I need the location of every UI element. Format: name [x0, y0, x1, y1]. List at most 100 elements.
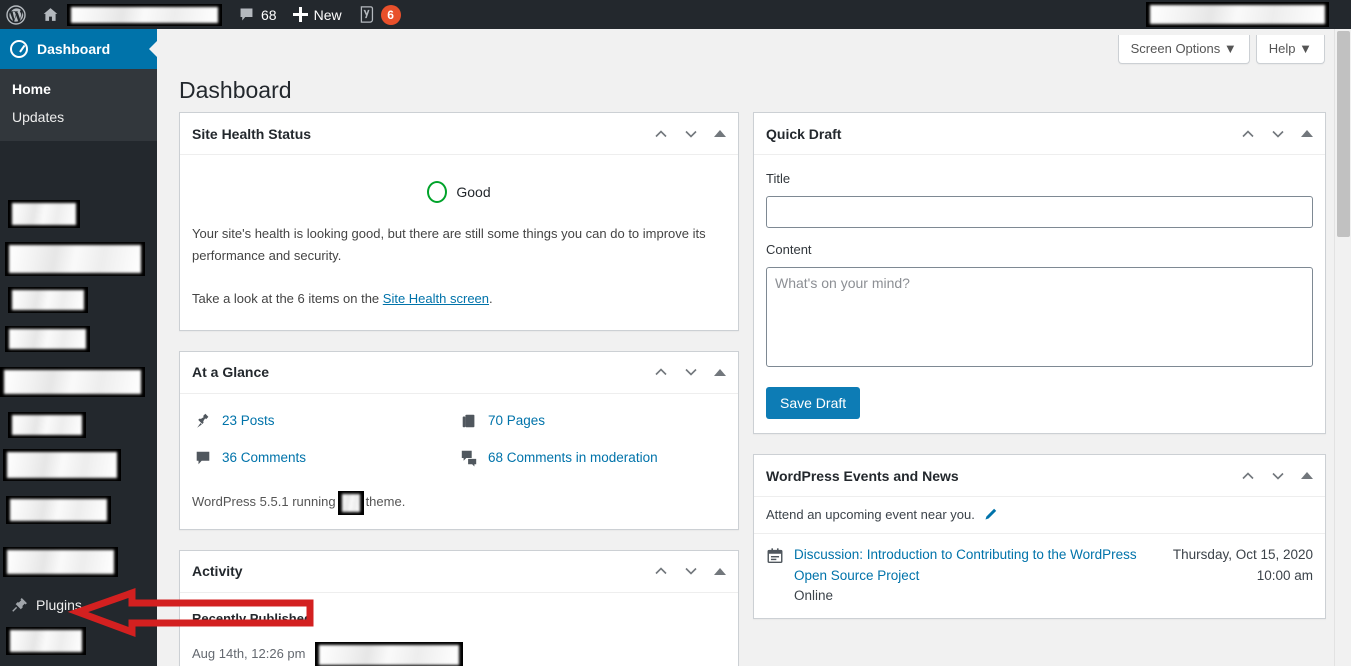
- help-button[interactable]: Help ▼: [1255, 35, 1325, 64]
- yoast-notification-badge: 6: [380, 4, 401, 25]
- dashboard-gauge-icon: [10, 40, 28, 58]
- screen-meta-links: Screen Options ▼ Help ▼: [1112, 35, 1325, 64]
- dashboard-column-right: Quick Draft Title Content Save Draft: [753, 112, 1326, 639]
- chevron-up-icon[interactable]: [1241, 469, 1255, 483]
- theme-name-redaction: [337, 490, 364, 515]
- glance-item-posts[interactable]: 23 Posts: [194, 410, 460, 432]
- dashboard-submenu: Home Updates: [0, 69, 157, 141]
- sidebar-item-dashboard[interactable]: Dashboard: [0, 29, 157, 69]
- event-details: Discussion: Introduction to Contributing…: [794, 545, 1163, 606]
- glance-item-comments-moderation[interactable]: 68 Comments in moderation: [460, 447, 726, 469]
- events-attend-text: Attend an upcoming event near you.: [766, 507, 975, 523]
- account-redaction: [1146, 2, 1329, 27]
- sidebar-item-plugins[interactable]: Plugins: [0, 588, 157, 622]
- health-paragraph-2-post: .: [489, 291, 493, 307]
- quick-draft-title-input[interactable]: [766, 195, 1313, 228]
- scrollbar-thumb[interactable]: [1337, 31, 1350, 237]
- version-text-pre: WordPress 5.5.1 running: [192, 494, 336, 510]
- triangle-toggle-icon[interactable]: [1301, 130, 1313, 137]
- chevron-up-icon[interactable]: [1241, 127, 1255, 141]
- triangle-toggle-icon[interactable]: [1301, 472, 1313, 480]
- chevron-down-icon: ▼: [1299, 41, 1312, 56]
- widget-site-health: Site Health Status Good Your site's heal…: [179, 112, 739, 331]
- calendar-event-icon: [767, 548, 783, 564]
- sidebar-item-redacted-appearance[interactable]: [8, 412, 86, 438]
- sidebar-item-redacted-comments[interactable]: [5, 326, 90, 352]
- screen-options-label: Screen Options: [1130, 41, 1221, 56]
- wordpress-logo-button[interactable]: [0, 0, 34, 29]
- comments-bubble-button[interactable]: 68: [230, 0, 285, 29]
- chevron-down-icon[interactable]: [1271, 469, 1285, 483]
- sidebar-item-redacted-pages[interactable]: [0, 367, 145, 397]
- health-paragraph-2-pre: Take a look at the 6 items on the: [192, 291, 383, 307]
- widget-header: At a Glance: [180, 352, 738, 394]
- triangle-toggle-icon[interactable]: [714, 567, 726, 575]
- activity-post-title-redaction[interactable]: [315, 641, 464, 666]
- chevron-down-icon[interactable]: [684, 564, 698, 578]
- pushpin-icon: [197, 413, 209, 428]
- widget-quick-draft: Quick Draft Title Content Save Draft: [753, 112, 1326, 435]
- widget-body: Title Content Save Draft: [754, 155, 1325, 433]
- chevron-down-icon[interactable]: [684, 365, 698, 379]
- main-content: Screen Options ▼ Help ▼ Dashboard Site H…: [157, 29, 1351, 666]
- glance-item-label: 23 Posts: [222, 412, 275, 428]
- glance-item-comments[interactable]: 36 Comments: [194, 447, 460, 469]
- widget-at-a-glance: At a Glance 23 Posts 70 Pages 36 Comment…: [179, 350, 739, 530]
- quick-draft-content-textarea[interactable]: [766, 266, 1313, 367]
- triangle-toggle-icon[interactable]: [714, 130, 726, 137]
- activity-section-title: Recently Published: [192, 610, 312, 626]
- sidebar-subitem-updates[interactable]: Updates: [0, 103, 157, 131]
- page-scrollbar[interactable]: [1334, 29, 1351, 666]
- comment-bubble-icon: [240, 8, 253, 21]
- page-title: Dashboard: [179, 77, 292, 104]
- widget-header: Activity: [180, 551, 738, 593]
- triangle-toggle-icon[interactable]: [714, 368, 726, 376]
- chevron-up-icon[interactable]: [654, 127, 668, 141]
- chevron-up-icon[interactable]: [654, 564, 668, 578]
- widget-title: At a Glance: [192, 364, 270, 381]
- chevron-up-icon[interactable]: [654, 365, 668, 379]
- health-paragraph-1: Your site's health is looking good, but …: [192, 226, 706, 263]
- health-status-label: Good: [456, 184, 491, 200]
- widget-header: Quick Draft: [754, 113, 1325, 155]
- pages-icon: [462, 414, 475, 427]
- glance-item-label: 68 Comments in moderation: [488, 450, 658, 466]
- event-title-link[interactable]: Discussion: Introduction to Contributing…: [794, 547, 1137, 582]
- sidebar-item-plugins-label: Plugins: [36, 597, 82, 613]
- sidebar-item-dashboard-label: Dashboard: [37, 41, 111, 57]
- site-health-screen-link[interactable]: Site Health screen: [383, 291, 489, 306]
- new-label: New: [313, 6, 342, 23]
- widget-header: Site Health Status: [180, 113, 738, 155]
- pencil-edit-icon[interactable]: [983, 507, 998, 522]
- chevron-down-icon[interactable]: [1271, 127, 1285, 141]
- save-draft-button[interactable]: Save Draft: [766, 387, 861, 420]
- new-content-button[interactable]: New: [285, 0, 350, 29]
- sidebar-item-redacted-tools[interactable]: [3, 547, 118, 577]
- glance-item-label: 70 Pages: [488, 412, 546, 428]
- event-item: Discussion: Introduction to Contributing…: [754, 534, 1325, 618]
- site-home-button[interactable]: [34, 0, 230, 29]
- dashboard-column-left: Site Health Status Good Your site's heal…: [179, 112, 739, 666]
- sidebar-item-redacted-media[interactable]: [8, 287, 88, 313]
- widget-events-news: WordPress Events and News Attend an upco…: [753, 454, 1326, 620]
- wordpress-logo-icon: [6, 4, 26, 25]
- admin-sidebar: Dashboard Home Updates Plugins: [0, 29, 157, 666]
- glance-grid: 23 Posts 70 Pages 36 Comments 68 Comment…: [192, 406, 726, 469]
- sidebar-item-redacted-settings[interactable]: [6, 627, 86, 655]
- site-health-status: Good: [192, 167, 726, 209]
- events-attend-row: Attend an upcoming event near you.: [754, 497, 1325, 535]
- glance-item-pages[interactable]: 70 Pages: [460, 410, 726, 432]
- comments-moderation-icon: [461, 450, 477, 467]
- sidebar-item-redacted-seo[interactable]: [3, 449, 121, 481]
- sidebar-item-redacted-posts[interactable]: [8, 200, 80, 228]
- sidebar-item-redacted-timeline-express[interactable]: [5, 242, 145, 276]
- chevron-down-icon[interactable]: [684, 127, 698, 141]
- event-location: Online: [794, 587, 834, 603]
- version-text-post: theme.: [365, 494, 406, 510]
- screen-options-button[interactable]: Screen Options ▼: [1117, 35, 1250, 64]
- widget-activity: Activity Recently Published Aug 14th, 12…: [179, 549, 739, 666]
- widget-title: Activity: [192, 563, 243, 580]
- yoast-seo-button[interactable]: 6: [350, 0, 409, 29]
- sidebar-subitem-home[interactable]: Home: [0, 75, 157, 103]
- sidebar-item-redacted-forms[interactable]: [6, 496, 111, 524]
